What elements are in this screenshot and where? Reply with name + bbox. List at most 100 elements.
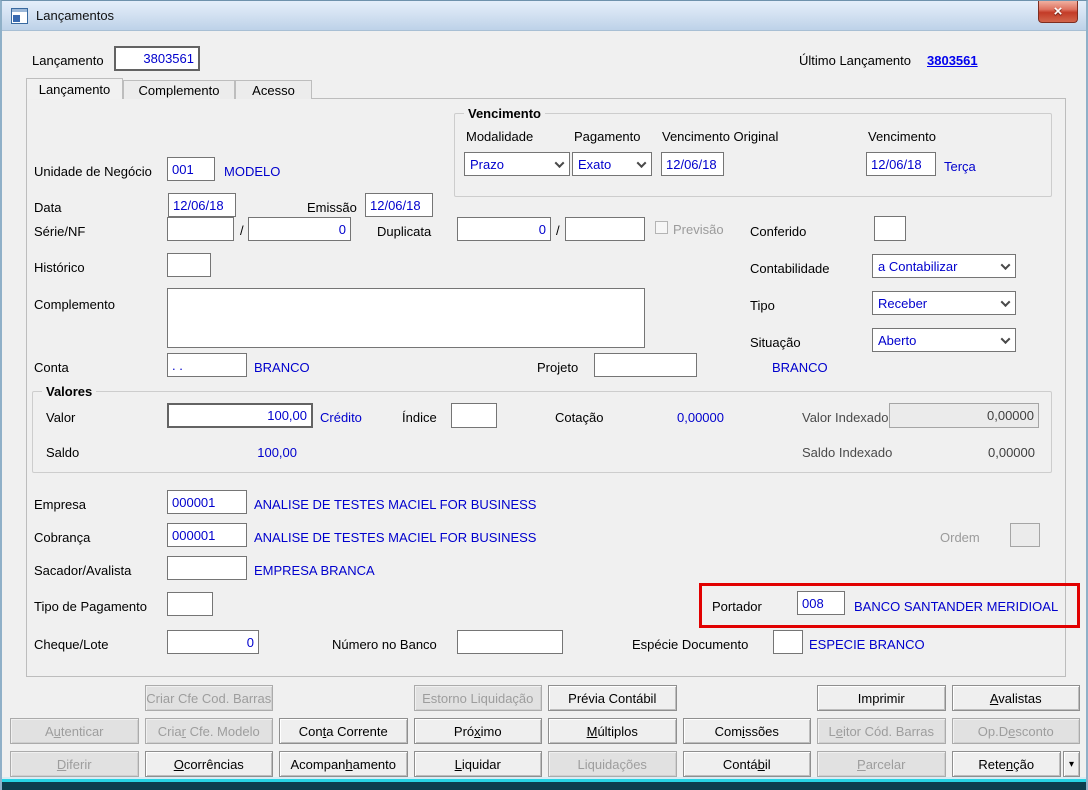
tab-lancamento[interactable]: Lançamento (26, 78, 123, 99)
vencimento-original-label: Vencimento Original (662, 129, 779, 144)
pagamento-label: Pagamento (574, 129, 641, 144)
cheque-lote-label: Cheque/Lote (34, 637, 109, 652)
chevron-down-icon (1000, 259, 1011, 270)
historico-input[interactable] (167, 253, 211, 277)
modalidade-value: Prazo (470, 156, 504, 172)
multiplos-button[interactable]: Múltiplos (548, 718, 677, 744)
complemento-input[interactable] (167, 288, 645, 348)
criar-cfe-modelo-button: Criar Cfe. Modelo (144, 718, 273, 744)
portador-highlight-rectangle (699, 583, 1080, 628)
retencao-button[interactable]: Retenção (951, 751, 1061, 777)
unidade-negocio-desc: MODELO (224, 164, 281, 179)
valor-input[interactable] (167, 403, 313, 428)
action-button-grid: Criar Cfe Cod. Barras Estorno Liquidação P… (10, 685, 1080, 777)
vencimento-label: Vencimento (868, 129, 936, 144)
diferir-button: Diferir (10, 751, 139, 777)
numero-banco-input[interactable] (457, 630, 563, 654)
avalistas-button[interactable]: Avalistas (951, 685, 1080, 711)
situacao-label: Situação (750, 335, 801, 350)
previa-contabil-button[interactable]: Prévia Contábil (548, 685, 677, 711)
duplicata-parcela-input[interactable] (565, 217, 645, 241)
vencimento-weekday: Terça (944, 159, 976, 174)
tab-acesso[interactable]: Acesso (235, 80, 312, 99)
emissao-input[interactable] (365, 193, 433, 217)
vencimento-original-input[interactable] (661, 152, 724, 176)
previsao-label: Previsão (673, 222, 724, 237)
saldo-indexado-label: Saldo Indexado (802, 445, 893, 460)
conta-input[interactable] (167, 353, 247, 377)
valor-desc: Crédito (320, 410, 362, 425)
tab-complemento[interactable]: Complemento (123, 80, 235, 99)
tipo-label: Tipo (750, 298, 775, 313)
emissao-label: Emissão (307, 200, 357, 215)
liquidar-button[interactable]: Liquidar (413, 751, 542, 777)
window-title: Lançamentos (36, 8, 115, 23)
conta-desc: BRANCO (254, 360, 310, 375)
cobranca-input[interactable] (167, 523, 247, 547)
indice-label: Índice (402, 410, 437, 425)
nf-input[interactable] (248, 217, 351, 241)
sacador-avalista-input[interactable] (167, 556, 247, 580)
ordem-label: Ordem (940, 530, 980, 545)
unidade-negocio-input[interactable] (167, 157, 215, 181)
empresa-input[interactable] (167, 490, 247, 514)
acompanhamento-button[interactable]: Acompanhamento (279, 751, 408, 777)
cotacao-label: Cotação (555, 410, 604, 425)
data-label: Data (34, 200, 62, 215)
data-input[interactable] (168, 193, 236, 217)
projeto-label: Projeto (537, 360, 579, 375)
conta-label: Conta (34, 360, 69, 375)
contabilidade-label: Contabilidade (750, 261, 830, 276)
chevron-down-icon (554, 157, 565, 168)
contabil-button[interactable]: Contábil (682, 751, 811, 777)
pagamento-value: Exato (578, 156, 612, 172)
window-icon (11, 8, 28, 24)
vencimento-group-title: Vencimento (464, 106, 545, 121)
valor-indexado-input (889, 403, 1039, 428)
ultimo-lancamento-label: Último Lançamento (799, 53, 911, 68)
imprimir-button[interactable]: Imprimir (817, 685, 946, 711)
projeto-input[interactable] (594, 353, 697, 377)
retencao-menu-arrow-button[interactable]: ▾ (1063, 751, 1080, 777)
duplicata-label: Duplicata (377, 224, 432, 239)
cobranca-label: Cobrança (34, 530, 91, 545)
indice-input[interactable] (451, 403, 497, 428)
valor-indexado-label: Valor Indexado (802, 410, 889, 425)
window-bottom-border (2, 777, 1086, 790)
empty-button-slot (10, 685, 139, 711)
cobranca-desc: ANALISE DE TESTES MACIEL FOR BUSINESS (254, 530, 537, 545)
situacao-select[interactable]: Aberto (872, 328, 1016, 352)
vencimento-input[interactable] (866, 152, 936, 176)
tipo-pagamento-input[interactable] (167, 592, 213, 616)
especie-documento-desc: ESPECIE BRANCO (809, 637, 925, 652)
proximo-button[interactable]: Próximo (413, 718, 542, 744)
empresa-desc: ANALISE DE TESTES MACIEL FOR BUSINESS (254, 497, 537, 512)
modalidade-select[interactable]: Prazo (464, 152, 570, 176)
cotacao-value: 0,00000 (677, 410, 724, 425)
serie-input[interactable] (167, 217, 234, 241)
tipo-select[interactable]: Receber (872, 291, 1016, 315)
conta-corrente-button[interactable]: Conta Corrente (279, 718, 408, 744)
close-icon: × (1053, 3, 1063, 20)
cheque-lote-input[interactable] (167, 630, 259, 654)
close-button[interactable]: × (1038, 1, 1078, 23)
sacador-avalista-desc: EMPRESA BRANCA (254, 563, 375, 578)
comissoes-button[interactable]: Comissões (682, 718, 811, 744)
contabilidade-select[interactable]: a Contabilizar (872, 254, 1016, 278)
empresa-label: Empresa (34, 497, 87, 512)
pagamento-select[interactable]: Exato (572, 152, 652, 176)
saldo-label: Saldo (46, 445, 80, 460)
serie-nf-separator: / (240, 223, 244, 238)
ocorrencias-button[interactable]: Ocorrências (144, 751, 273, 777)
criar-cfe-cod-barras-button: Criar Cfe Cod. Barras (144, 685, 273, 711)
especie-documento-input[interactable] (773, 630, 803, 654)
lancamento-number-input[interactable] (114, 46, 200, 71)
ordem-input (1010, 523, 1040, 547)
duplicata-numero-input[interactable] (457, 217, 551, 241)
valor-label: Valor (46, 410, 76, 425)
title-bar: Lançamentos × (2, 1, 1086, 31)
ultimo-lancamento-link[interactable]: 3803561 (927, 53, 978, 68)
conferido-input[interactable] (874, 216, 906, 241)
tipo-pagamento-label: Tipo de Pagamento (34, 599, 147, 614)
op-desconto-button: Op.Desconto (951, 718, 1080, 744)
